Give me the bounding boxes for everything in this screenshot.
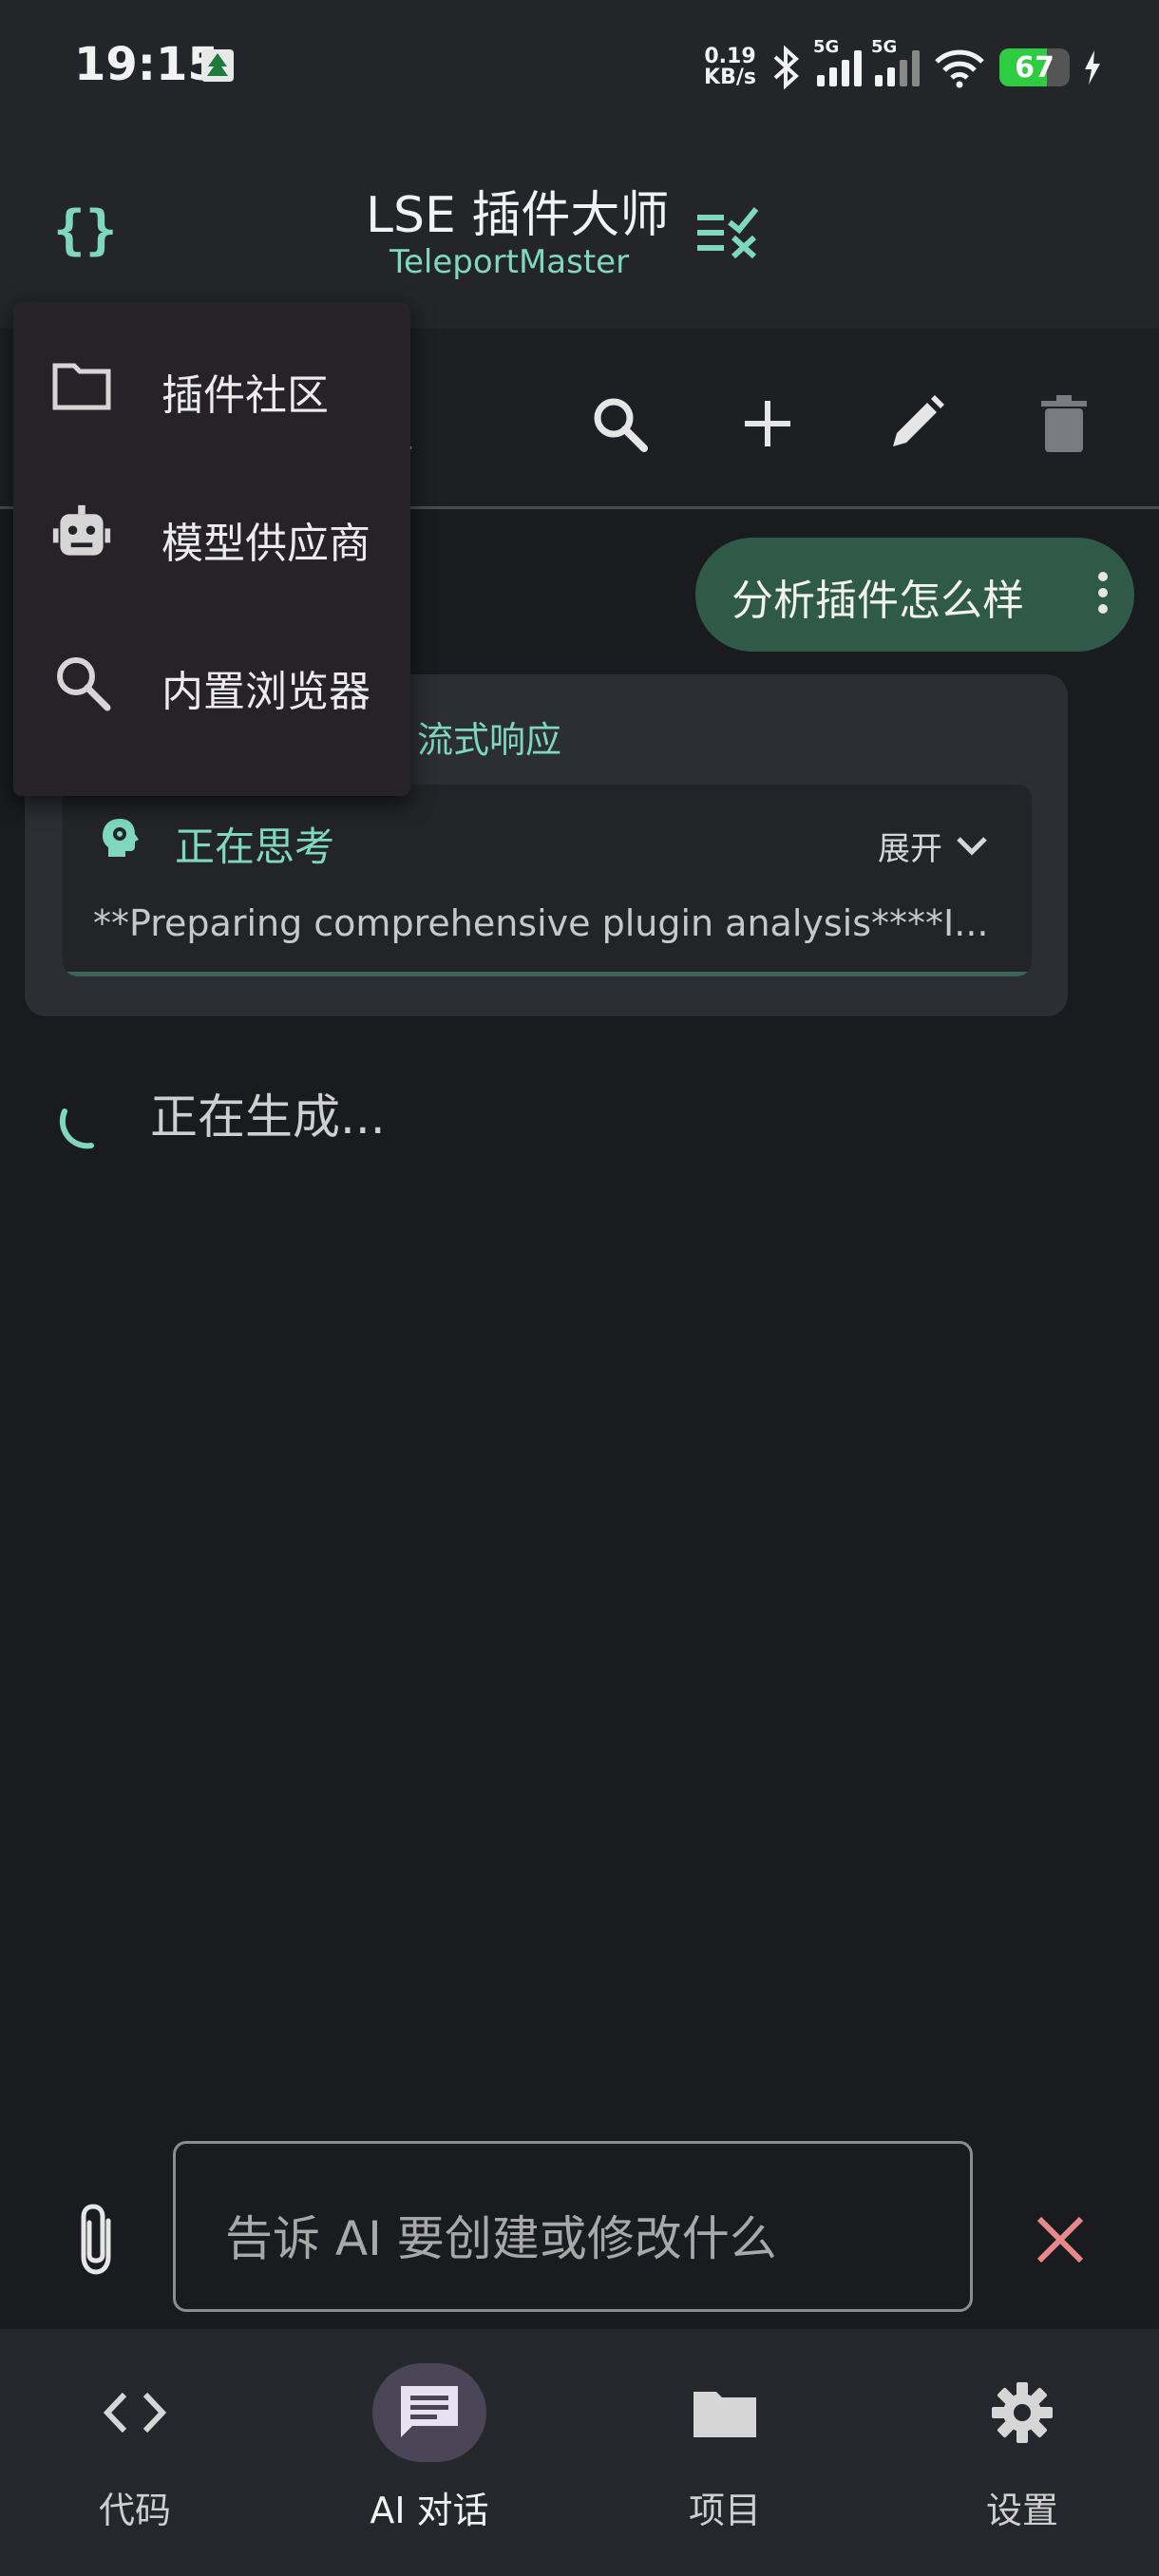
thinking-preview-text: **Preparing comprehensive plugin analysi… xyxy=(93,902,989,944)
code-braces-icon[interactable]: {} xyxy=(53,199,117,261)
folder-icon xyxy=(668,2363,782,2462)
checklist-icon[interactable] xyxy=(695,201,762,258)
network-speed-unit: KB/s xyxy=(704,66,756,89)
overflow-menu: 插件社区 模型供应商 内置浏览器 xyxy=(13,302,410,796)
menu-item-model-provider[interactable]: 模型供应商 xyxy=(13,460,410,608)
user-message-text: 分析插件怎么样 xyxy=(732,577,1024,625)
sim1-signal-icon: 5G xyxy=(813,37,862,86)
battery-level: 67 xyxy=(1015,51,1054,85)
nav-item-ai-chat[interactable]: AI 对话 xyxy=(315,2363,543,2553)
screen: 19:15 0.19 KB/s 5G 5G 67 {} LSE 插件大师 Tel… xyxy=(0,0,1159,2576)
gear-icon xyxy=(965,2363,1079,2462)
nav-item-projects[interactable]: 项目 xyxy=(611,2363,839,2553)
add-button[interactable] xyxy=(720,376,815,471)
expand-label: 展开 xyxy=(878,830,942,868)
trash-icon xyxy=(1041,395,1087,452)
nav-label-projects: 项目 xyxy=(688,2490,761,2531)
sim1-label: 5G xyxy=(813,37,840,57)
wifi-icon xyxy=(935,49,984,88)
robot-icon xyxy=(51,503,112,564)
app-subtitle: TeleportMaster xyxy=(390,243,630,281)
status-bar: 19:15 0.19 KB/s 5G 5G 67 xyxy=(0,0,1159,133)
sim2-label: 5G xyxy=(871,37,898,57)
pencil-icon xyxy=(893,395,944,446)
status-icons: 0.19 KB/s 5G 5G 67 xyxy=(704,34,1102,101)
nav-label-ai-chat: AI 对话 xyxy=(370,2490,489,2531)
thinking-title: 正在思考 xyxy=(175,824,335,870)
menu-label-builtin-browser: 内置浏览器 xyxy=(162,668,370,716)
tree-notification-icon xyxy=(201,49,234,82)
menu-item-plugin-community[interactable]: 插件社区 xyxy=(13,312,410,460)
menu-item-builtin-browser[interactable]: 内置浏览器 xyxy=(13,608,410,756)
loading-spinner-icon xyxy=(59,1108,94,1149)
chat-icon xyxy=(372,2363,486,2462)
bluetooth-icon xyxy=(773,46,799,89)
thinking-panel[interactable]: 正在思考 展开 **Preparing comprehensive plugin… xyxy=(63,785,1032,976)
plus-icon xyxy=(745,401,790,446)
status-time: 19:15 xyxy=(74,38,219,91)
folder-icon xyxy=(51,355,112,416)
charging-icon xyxy=(1085,50,1100,85)
app-title: LSE 插件大师 xyxy=(366,187,670,244)
delete-button[interactable] xyxy=(1016,376,1112,471)
search-icon xyxy=(594,398,648,452)
app-bar: {} LSE 插件大师 TeleportMaster xyxy=(0,133,1159,329)
nav-label-code: 代码 xyxy=(98,2490,171,2531)
expand-toggle[interactable]: 展开 xyxy=(878,823,988,869)
sim2-signal-icon: 5G xyxy=(871,37,920,86)
menu-label-plugin-community: 插件社区 xyxy=(162,371,329,420)
nav-item-settings[interactable]: 设置 xyxy=(908,2363,1136,2553)
network-speed-value: 0.19 xyxy=(704,45,756,68)
stream-response-label: 流式响应 xyxy=(417,719,562,761)
network-speed: 0.19 KB/s xyxy=(704,47,756,88)
search-button[interactable] xyxy=(572,376,667,471)
chat-input-placeholder: 告诉 AI 要创建或修改什么 xyxy=(225,2211,777,2266)
edit-button[interactable] xyxy=(868,376,963,471)
more-vert-icon[interactable] xyxy=(1098,572,1108,620)
close-icon[interactable] xyxy=(1034,2213,1087,2266)
generating-status: 正在生成... xyxy=(150,1089,386,1145)
nav-label-settings: 设置 xyxy=(985,2490,1058,2531)
user-message-bubble[interactable]: 分析插件怎么样 xyxy=(695,538,1134,652)
battery-icon: 67 xyxy=(999,48,1070,86)
nav-item-code[interactable]: 代码 xyxy=(21,2363,249,2553)
search-icon xyxy=(51,652,112,712)
chat-input[interactable]: 告诉 AI 要创建或修改什么 xyxy=(173,2141,973,2312)
menu-label-model-provider: 模型供应商 xyxy=(162,520,370,568)
attach-icon[interactable] xyxy=(70,2202,124,2278)
code-icon xyxy=(78,2363,192,2462)
chevron-down-icon xyxy=(957,836,987,856)
bottom-navigation: 代码 AI 对话 项目 设置 xyxy=(0,2329,1159,2576)
thinking-progress-line xyxy=(63,972,1032,976)
brain-head-icon xyxy=(103,819,139,857)
